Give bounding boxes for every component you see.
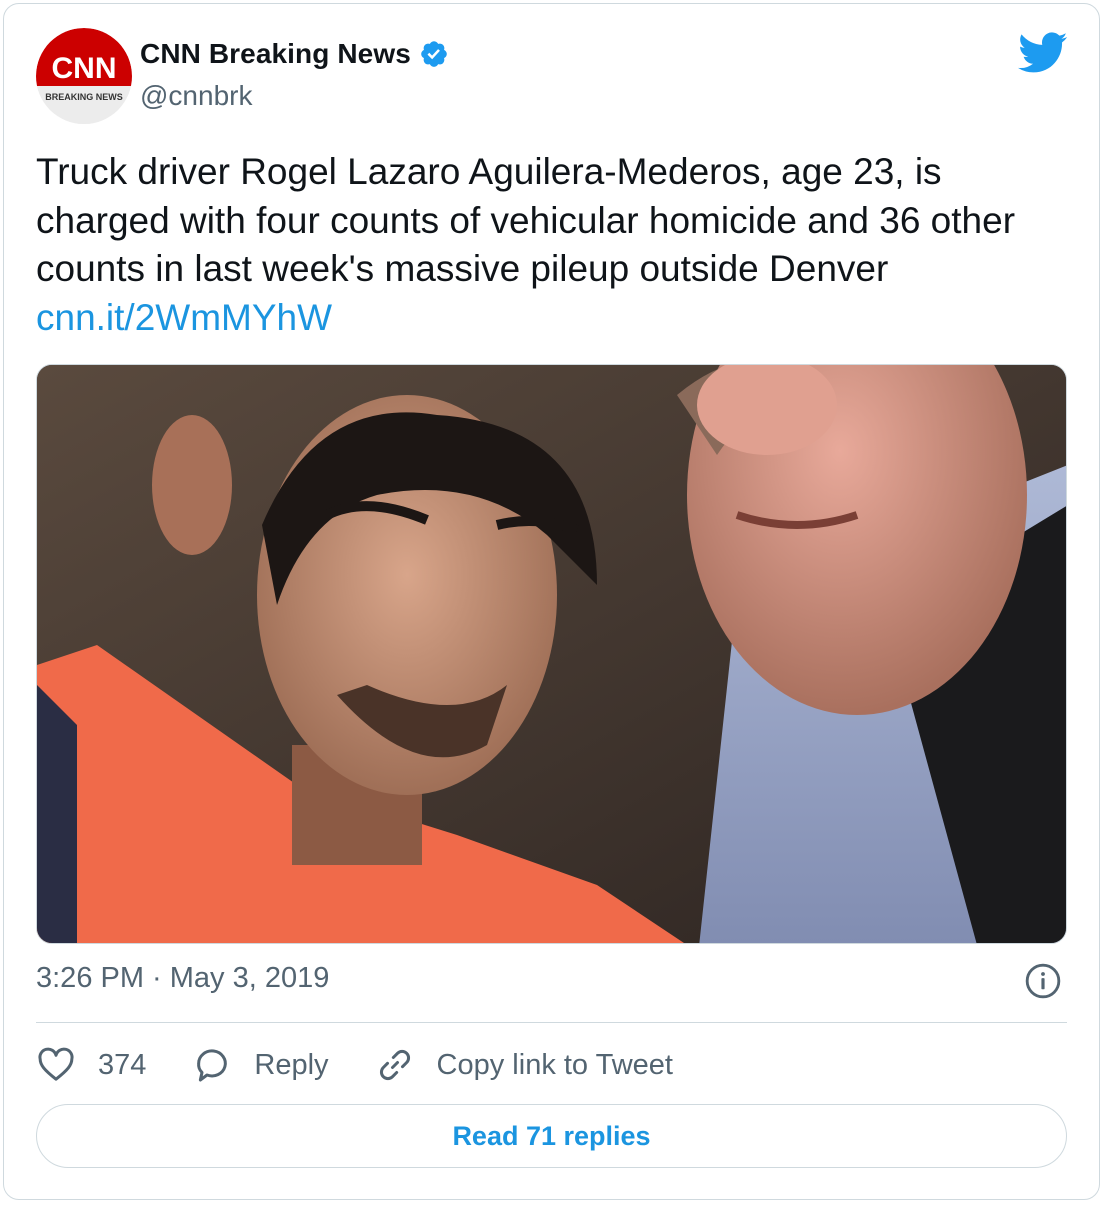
copy-link-button[interactable]: Copy link to Tweet [375, 1045, 673, 1085]
like-count: 374 [98, 1048, 147, 1081]
twitter-bird-icon[interactable] [1018, 32, 1068, 74]
reply-bubble-icon [197, 1049, 228, 1082]
tweet-body: Truck driver Rogel Lazaro Aguilera-Meder… [36, 151, 1016, 289]
heart-icon [38, 1047, 74, 1081]
info-icon[interactable] [1024, 962, 1062, 1000]
courtroom-photo [37, 365, 1066, 943]
verified-badge-icon [421, 41, 447, 67]
divider [36, 1022, 1067, 1023]
avatar-logo-text: CNN [52, 52, 117, 85]
avatar-subtext: BREAKING NEWS [45, 92, 123, 102]
reply-label: Reply [254, 1048, 329, 1081]
tweet-link[interactable]: cnn.it/2WmMYhW [36, 294, 1076, 343]
tweet-text: Truck driver Rogel Lazaro Aguilera-Meder… [36, 148, 1076, 342]
copy-link-label: Copy link to Tweet [436, 1048, 673, 1081]
tweet-actions: 374 Reply Copy link to Tweet [36, 1040, 719, 1090]
avatar[interactable]: CNN BREAKING NEWS [36, 28, 132, 124]
tweet-timestamp[interactable]: 3:26 PM · May 3, 2019 [36, 962, 329, 995]
read-replies-button[interactable]: Read 71 replies [36, 1104, 1067, 1168]
tweet-photo[interactable] [36, 364, 1067, 944]
display-name[interactable]: CNN Breaking News [140, 38, 411, 70]
like-button[interactable]: 374 [36, 1045, 146, 1085]
handle[interactable]: @cnnbrk [140, 80, 252, 112]
cnn-logo-icon: CNN BREAKING NEWS [36, 28, 132, 124]
reply-button[interactable]: Reply [192, 1045, 329, 1085]
link-icon [379, 1050, 410, 1080]
